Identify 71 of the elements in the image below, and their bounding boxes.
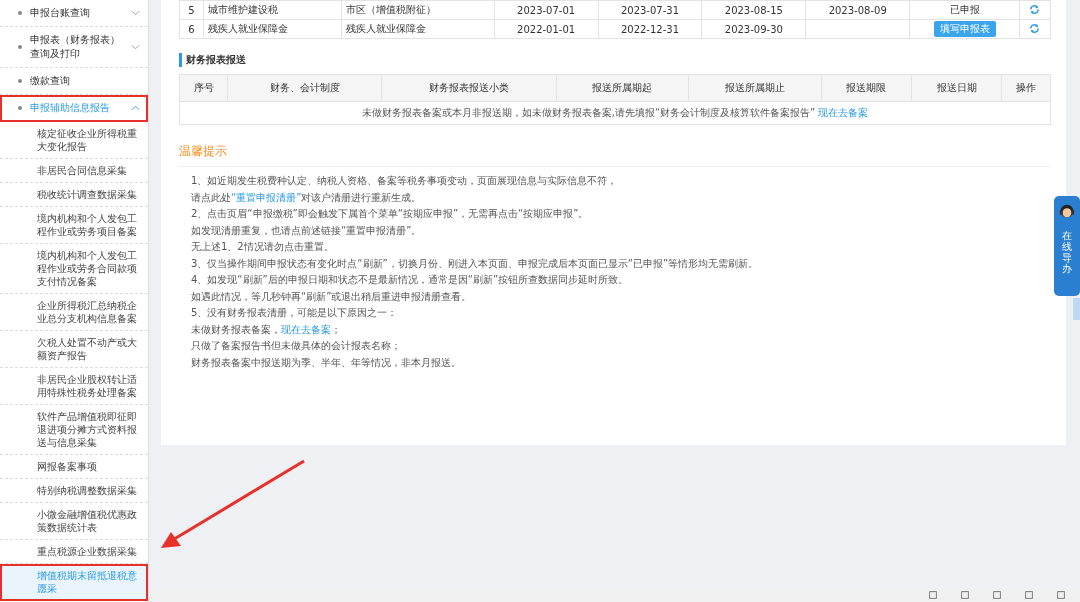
table-cell: 残疾人就业保障金 xyxy=(203,19,341,39)
tip-text: 2、点击页眉“申报缴税”即会触发下属首个菜单“按期应申报”，无需再点击“按期应申报”。 xyxy=(191,208,589,219)
table-cell: 城市维护建设税 xyxy=(203,0,341,20)
toolbar-icon[interactable] xyxy=(928,590,938,600)
tip-text: 1、如近期发生税费种认定、纳税人资格、备案等税务事项变动，页面展现信息与实际信息不符， xyxy=(191,175,618,186)
online-guide-button[interactable]: 在线导办 xyxy=(1054,196,1080,296)
chevron-icon xyxy=(131,44,140,50)
table-cell: 残疾人就业保障金 xyxy=(341,19,495,39)
table-cell: 2023-09-30 xyxy=(701,19,806,39)
sidebar-subitem[interactable]: 软件产品增值税即征即退进项分摊方式资料报送与信息采集 xyxy=(0,405,148,455)
tip-text: 财务报表备案中报送期为季、半年、年等情况，非本月报送。 xyxy=(191,356,461,368)
widget-label: 在线导办 xyxy=(1062,230,1072,274)
column-header: 财务报表报送小类 xyxy=(381,74,556,102)
sidebar-subitem[interactable]: 欠税人处置不动产或大额资产报告 xyxy=(0,331,148,368)
tip-text: 如遇此情况，等几秒钟再“刷新”或退出稍后重进申报清册查看。 xyxy=(191,290,472,302)
tip-text: ； xyxy=(331,323,341,335)
refresh-icon[interactable] xyxy=(1029,3,1041,15)
sidebar-subitem[interactable]: 境内机构和个人发包工程作业或劳务项目备案 xyxy=(0,207,148,244)
headset-avatar-icon xyxy=(1058,202,1076,220)
column-header: 报送所属期起 xyxy=(556,74,689,102)
table-cell: 2023-08-09 xyxy=(805,0,910,20)
bullet-icon xyxy=(18,106,22,110)
tip-text: 对该户清册进行重新生成。 xyxy=(301,191,422,203)
toolbar-icon[interactable] xyxy=(1024,590,1034,600)
tip-text: 只做了备案报告书但未做具体的会计报表名称； xyxy=(191,340,401,351)
table-cell: 2022-12-31 xyxy=(598,19,702,39)
table-cell: 2023-07-01 xyxy=(494,0,599,20)
sidebar-item[interactable]: 申报台账查询 xyxy=(0,0,148,27)
sidebar-item[interactable]: 申报表（财务报表）查询及打印 xyxy=(0,27,148,68)
refresh-icon[interactable] xyxy=(1029,22,1041,34)
column-header: 报送所属期止 xyxy=(688,74,822,102)
sidebar-subitem[interactable]: 税收统计调查数据采集 xyxy=(0,183,148,207)
sidebar-subitem[interactable]: 网报备案事项 xyxy=(0,455,148,479)
tip-text: 无上述1、2情况请勿点击重置。 xyxy=(191,241,334,252)
bullet-icon xyxy=(18,11,22,15)
status-text: 已申报 xyxy=(949,4,980,15)
sidebar-subitem[interactable]: 小微金融增值税优惠政策数据统计表 xyxy=(0,503,148,540)
chevron-icon xyxy=(131,10,140,16)
column-header: 操作 xyxy=(1001,74,1051,102)
toolbar-icon[interactable] xyxy=(1056,590,1066,600)
tips-title: 温馨提示 xyxy=(179,143,1051,167)
toolbar-icon[interactable] xyxy=(992,590,1002,600)
sidebar-subitem[interactable]: 企业所得税汇总纳税企业总分支机构信息备案 xyxy=(0,294,148,331)
sidebar-subitem[interactable]: 非居民合同信息采集 xyxy=(0,159,148,183)
column-header: 财务、会计制度 xyxy=(227,74,382,102)
sidebar-subitem[interactable]: 特别纳税调整数据采集 xyxy=(0,479,148,503)
table-cell: 市区（增值税附征） xyxy=(341,0,495,20)
tip-text: 请点此处 xyxy=(191,191,231,203)
empty-message: 未做财务报表备案或本月非报送期，如未做财务报表备案,请先填报“财务会计制度及核算软件备案报告” xyxy=(361,107,816,118)
sidebar-subitem[interactable]: 非居民企业股权转让适用特殊性税务处理备案 xyxy=(0,368,148,405)
sidebar-item[interactable]: 缴款查询 xyxy=(0,68,148,95)
table-cell: 5 xyxy=(179,0,204,20)
sidebar-subitem[interactable]: 核定征收企业所得税重大变化报告 xyxy=(0,122,148,159)
chevron-icon xyxy=(131,105,140,111)
table-cell: 2023-07-31 xyxy=(598,0,702,20)
table-cell: 2023-08-15 xyxy=(701,0,806,20)
tip-text: 5、没有财务报表清册，可能是以下原因之一： xyxy=(191,307,398,318)
bullet-icon xyxy=(18,45,22,49)
toolbar-icon[interactable] xyxy=(960,590,970,600)
tip-text: 3、仅当操作期间申报状态有变化时点“刷新”，切换月份、刚进入本页面、申报完成后本页面已显示“已申报”等情形均无需刷新。 xyxy=(191,257,759,269)
tip-text: 4、如发现“刷新”后的申报日期和状态不是最新情况，通常是因“刷新”按钮所查数据同步延时所致。 xyxy=(191,274,629,285)
table-cell: 2022-01-01 xyxy=(494,19,599,39)
table-cell: 6 xyxy=(179,19,204,39)
tip-text: 未做财务报表备案， xyxy=(191,323,281,335)
bullet-icon xyxy=(18,79,22,83)
tip-text: 如发现清册重复，也请点前述链接“重置申报清册”。 xyxy=(191,224,422,236)
sidebar-subitem[interactable]: 境内机构和个人发包工程作业或劳务合同款项支付情况备案 xyxy=(0,244,148,294)
column-header: 报送期限 xyxy=(821,74,912,102)
column-header: 序号 xyxy=(179,74,228,102)
section-title: 财务报表报送 xyxy=(179,53,1051,67)
column-header: 报送日期 xyxy=(911,74,1002,102)
